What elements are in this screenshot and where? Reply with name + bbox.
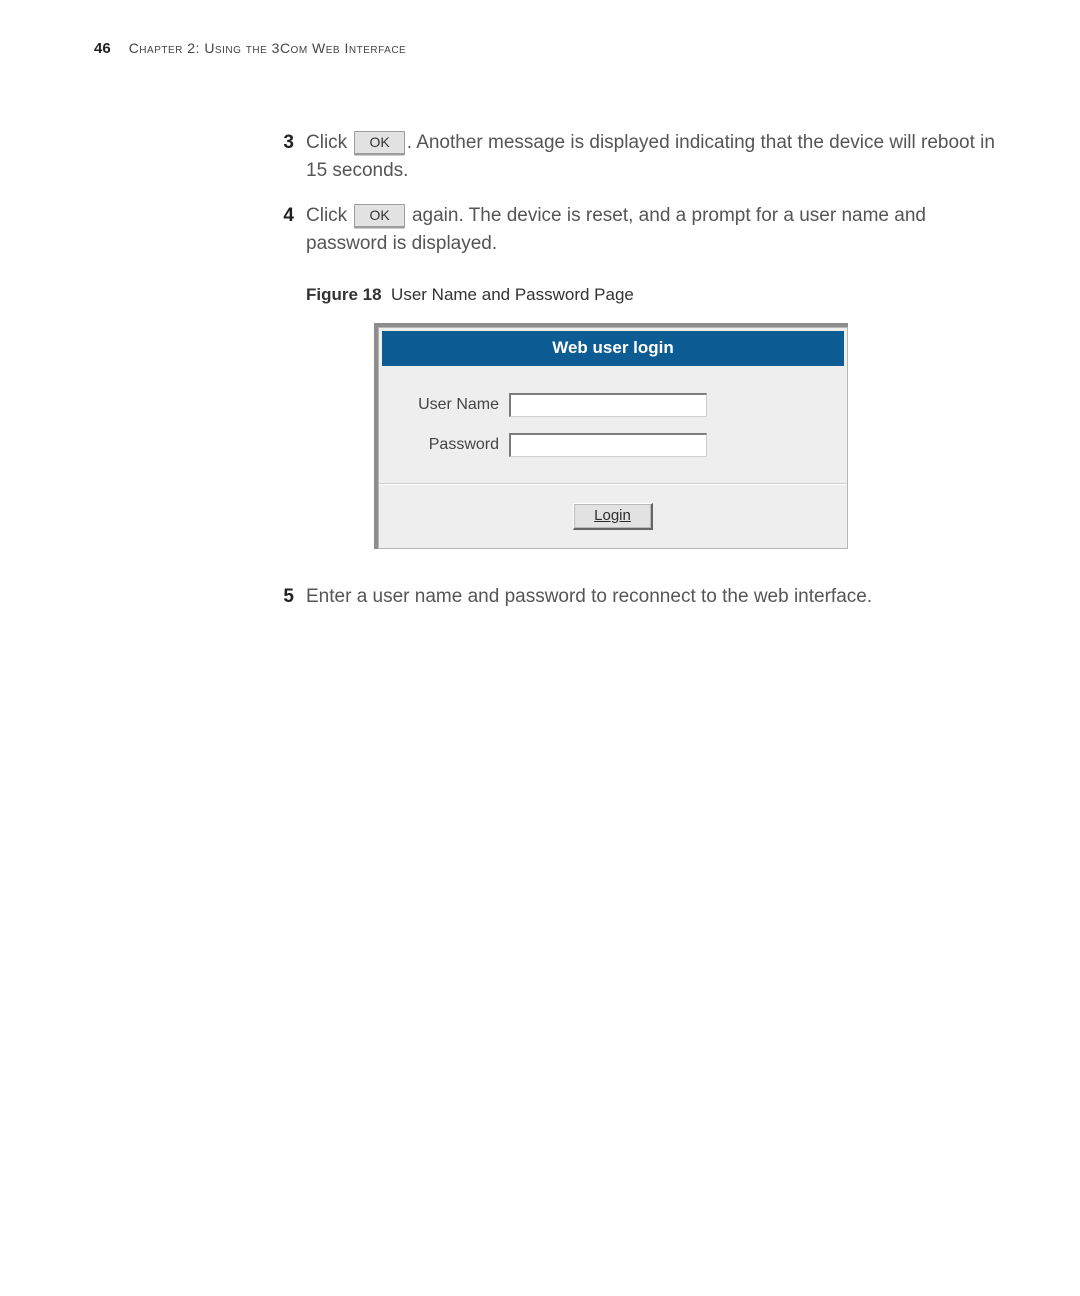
step-text: Click OK. Another message is displayed i… <box>306 129 996 184</box>
step-5: 5 Enter a user name and password to reco… <box>280 583 996 611</box>
step-text: Enter a user name and password to reconn… <box>306 583 996 611</box>
step-3-after: . Another message is displayed indicatin… <box>306 132 995 181</box>
password-label: Password <box>401 436 499 454</box>
password-input[interactable] <box>509 433 707 457</box>
chapter-title: Chapter 2: Using the 3Com Web Interface <box>129 40 407 56</box>
figure-caption-text: User Name and Password Page <box>391 285 634 304</box>
document-page: 46 Chapter 2: Using the 3Com Web Interfa… <box>0 0 1080 1296</box>
step-text: Click OK again. The device is reset, and… <box>306 202 996 257</box>
step-4-before: Click <box>306 205 352 226</box>
login-panel-title: Web user login <box>382 331 844 366</box>
username-label: User Name <box>401 396 499 414</box>
step-3-before: Click <box>306 132 352 153</box>
username-row: User Name <box>401 393 825 417</box>
login-button[interactable]: Login <box>573 503 653 530</box>
login-panel-footer: Login <box>379 484 847 548</box>
step-number: 4 <box>280 202 294 257</box>
step-number: 5 <box>280 583 294 611</box>
body-column: 3 Click OK. Another message is displayed… <box>280 129 996 611</box>
username-input[interactable] <box>509 393 707 417</box>
figure-caption: Figure 18 User Name and Password Page <box>306 285 996 305</box>
page-number: 46 <box>94 40 111 57</box>
step-4: 4 Click OK again. The device is reset, a… <box>280 202 996 257</box>
running-header: 46 Chapter 2: Using the 3Com Web Interfa… <box>94 40 1010 57</box>
password-row: Password <box>401 433 825 457</box>
figure-label: Figure 18 <box>306 285 382 304</box>
step-3: 3 Click OK. Another message is displayed… <box>280 129 996 184</box>
ok-button-graphic: OK <box>354 204 404 227</box>
step-number: 3 <box>280 129 294 184</box>
login-panel-body: User Name Password <box>379 369 847 484</box>
ok-button-graphic: OK <box>354 131 404 154</box>
login-panel-figure: Web user login User Name Password <box>374 323 996 549</box>
panel-outer-bevel: Web user login User Name Password <box>374 323 848 549</box>
panel-main: Web user login User Name Password <box>378 327 848 549</box>
login-panel: Web user login User Name Password <box>374 323 848 549</box>
